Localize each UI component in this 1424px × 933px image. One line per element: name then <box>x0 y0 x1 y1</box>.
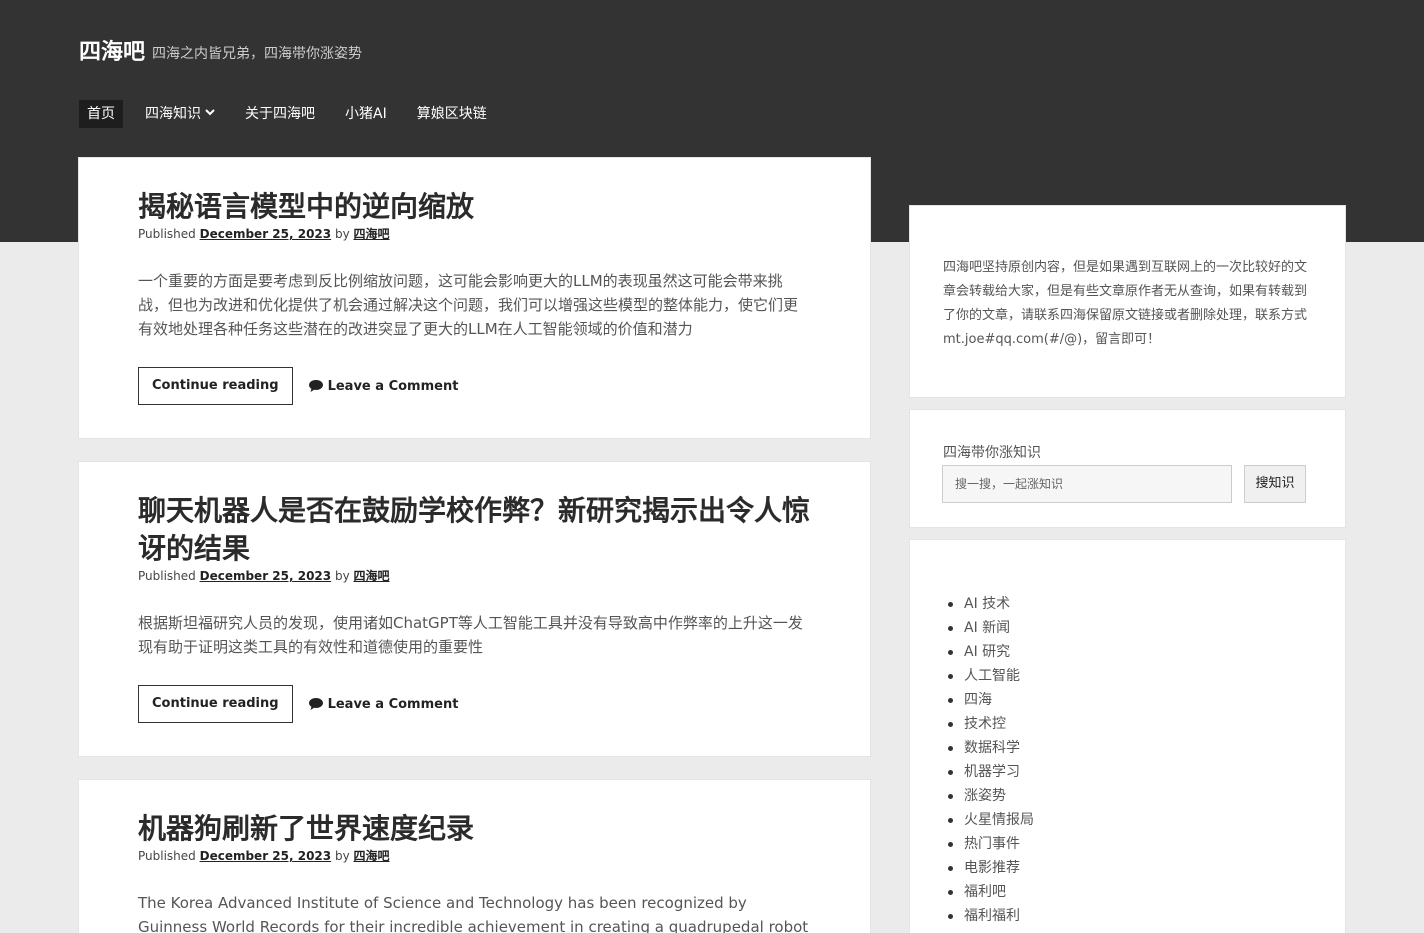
list-item: 福利吧 <box>948 880 1345 904</box>
category-link[interactable]: AI 新闻 <box>964 616 1010 640</box>
bullet-icon <box>948 625 953 631</box>
category-link[interactable]: 福利福利 <box>964 904 1020 928</box>
list-item: 人工智能 <box>948 664 1345 688</box>
notice-widget: 四海吧坚持原创内容，但是如果遇到互联网上的一次比较好的文章会转载给大家，但是有些… <box>910 206 1345 397</box>
bullet-icon <box>948 913 953 919</box>
by-text: by <box>334 849 350 863</box>
main-nav: 首页 四海知识 关于四海吧 小猪AI 算娘区块链 <box>79 100 509 128</box>
leave-comment-link[interactable]: Leave a Comment <box>308 696 459 712</box>
search-input[interactable]: 搜一搜，一起涨知识 <box>942 465 1232 503</box>
category-link[interactable]: AI 研究 <box>964 640 1010 664</box>
post-author-link[interactable]: 四海吧 <box>354 849 390 863</box>
list-item: 技术控 <box>948 712 1345 736</box>
list-item: 四海 <box>948 688 1345 712</box>
published-prefix: Published <box>138 569 196 583</box>
category-link[interactable]: 机器学习 <box>964 760 1020 784</box>
post-meta: Published December 25, 2023 by 四海吧 <box>138 848 811 864</box>
list-item: AI 技术 <box>948 592 1345 616</box>
list-item: 机器学习 <box>948 760 1345 784</box>
category-link[interactable]: 技术控 <box>964 712 1006 736</box>
category-link[interactable]: AI 技术 <box>964 592 1010 616</box>
list-item: AI 研究 <box>948 640 1345 664</box>
search-label: 四海带你涨知识 <box>943 445 1041 461</box>
post-card: 机器狗刷新了世界速度纪录 Published December 25, 2023… <box>79 780 870 933</box>
post-meta: Published December 25, 2023 by 四海吧 <box>138 568 811 584</box>
nav-label: 小猪AI <box>345 106 387 122</box>
bullet-icon <box>948 793 953 799</box>
chevron-down-icon <box>205 104 215 124</box>
bullet-icon <box>948 889 953 895</box>
post-date-link[interactable]: December 25, 2023 <box>200 227 332 241</box>
site-tagline: 四海之内皆兄弟，四海带你涨姿势 <box>152 46 362 62</box>
bullet-icon <box>948 865 953 871</box>
post-excerpt: 根据斯坦福研究人员的发现，使用诸如ChatGPT等人工智能工具并没有导致高中作弊… <box>138 614 803 656</box>
nav-label: 关于四海吧 <box>245 106 315 122</box>
post-actions: Continue reading Leave a Comment <box>138 367 811 405</box>
by-text: by <box>334 569 350 583</box>
nav-item-home[interactable]: 首页 <box>79 100 123 128</box>
bullet-icon <box>948 841 953 847</box>
post-date-link[interactable]: December 25, 2023 <box>200 849 332 863</box>
nav-item-about[interactable]: 关于四海吧 <box>237 100 323 128</box>
category-link[interactable]: 火星情报局 <box>964 808 1034 832</box>
bullet-icon <box>948 649 953 655</box>
comment-icon <box>308 380 323 392</box>
published-prefix: Published <box>138 227 196 241</box>
nav-item-knowledge[interactable]: 四海知识 <box>137 100 223 128</box>
continue-reading-button[interactable]: Continue reading <box>138 367 293 405</box>
post-card: 聊天机器人是否在鼓励学校作弊？新研究揭示出令人惊讶的结果 Published D… <box>79 462 870 756</box>
list-item: AI 新闻 <box>948 616 1345 640</box>
post-excerpt: 一个重要的方面是要考虑到反比例缩放问题，这可能会影响更大的LLM的表现虽然这可能… <box>138 272 799 338</box>
post-title[interactable]: 揭秘语言模型中的逆向缩放 <box>138 188 811 226</box>
bullet-icon <box>948 601 953 607</box>
post-card: 揭秘语言模型中的逆向缩放 Published December 25, 2023… <box>79 158 870 438</box>
notice-text: 四海吧坚持原创内容，但是如果遇到互联网上的一次比较好的文章会转载给大家，但是有些… <box>943 260 1308 347</box>
post-author-link[interactable]: 四海吧 <box>354 569 390 583</box>
category-link[interactable]: 热门事件 <box>964 832 1020 856</box>
list-item: 数据科学 <box>948 736 1345 760</box>
post-title[interactable]: 机器狗刷新了世界速度纪录 <box>138 810 811 848</box>
categories-widget: AI 技术 AI 新闻 AI 研究 人工智能 四海 技术控 数据科学 机器学习 … <box>910 540 1345 933</box>
bullet-icon <box>948 769 953 775</box>
list-item: 火星情报局 <box>948 808 1345 832</box>
site-title[interactable]: 四海吧 <box>79 34 145 66</box>
post-title[interactable]: 聊天机器人是否在鼓励学校作弊？新研究揭示出令人惊讶的结果 <box>138 492 811 568</box>
post-date-link[interactable]: December 25, 2023 <box>200 569 332 583</box>
comment-label: Leave a Comment <box>327 696 459 712</box>
list-item: 热门事件 <box>948 832 1345 856</box>
nav-item-xiaozhu-ai[interactable]: 小猪AI <box>337 100 395 128</box>
post-actions: Continue reading Leave a Comment <box>138 685 811 723</box>
nav-label: 算娘区块链 <box>416 106 487 122</box>
comment-icon <box>308 698 323 710</box>
published-prefix: Published <box>138 849 196 863</box>
category-link[interactable]: 人工智能 <box>964 664 1020 688</box>
bullet-icon <box>948 745 953 751</box>
nav-label: 四海知识 <box>145 106 201 122</box>
category-list: AI 技术 AI 新闻 AI 研究 人工智能 四海 技术控 数据科学 机器学习 … <box>910 540 1345 928</box>
post-excerpt: The Korea Advanced Institute of Science … <box>138 894 809 933</box>
bullet-icon <box>948 673 953 679</box>
category-link[interactable]: 涨姿势 <box>964 784 1006 808</box>
leave-comment-link[interactable]: Leave a Comment <box>308 378 459 394</box>
post-meta: Published December 25, 2023 by 四海吧 <box>138 226 811 242</box>
nav-label: 首页 <box>87 106 115 122</box>
post-author-link[interactable]: 四海吧 <box>354 227 390 241</box>
bullet-icon <box>948 697 953 703</box>
list-item: 电影推荐 <box>948 856 1345 880</box>
bullet-icon <box>948 817 953 823</box>
bullet-icon <box>948 721 953 727</box>
nav-item-blockchain[interactable]: 算娘区块链 <box>409 100 495 128</box>
continue-reading-button[interactable]: Continue reading <box>138 685 293 723</box>
by-text: by <box>334 227 350 241</box>
category-link[interactable]: 数据科学 <box>964 736 1020 760</box>
category-link[interactable]: 四海 <box>964 688 992 712</box>
list-item: 福利福利 <box>948 904 1345 928</box>
category-link[interactable]: 电影推荐 <box>964 856 1020 880</box>
search-button[interactable]: 搜知识 <box>1244 465 1306 503</box>
list-item: 涨姿势 <box>948 784 1345 808</box>
comment-label: Leave a Comment <box>327 378 459 394</box>
category-link[interactable]: 福利吧 <box>964 880 1006 904</box>
search-widget: 四海带你涨知识 搜一搜，一起涨知识 搜知识 <box>910 410 1345 527</box>
